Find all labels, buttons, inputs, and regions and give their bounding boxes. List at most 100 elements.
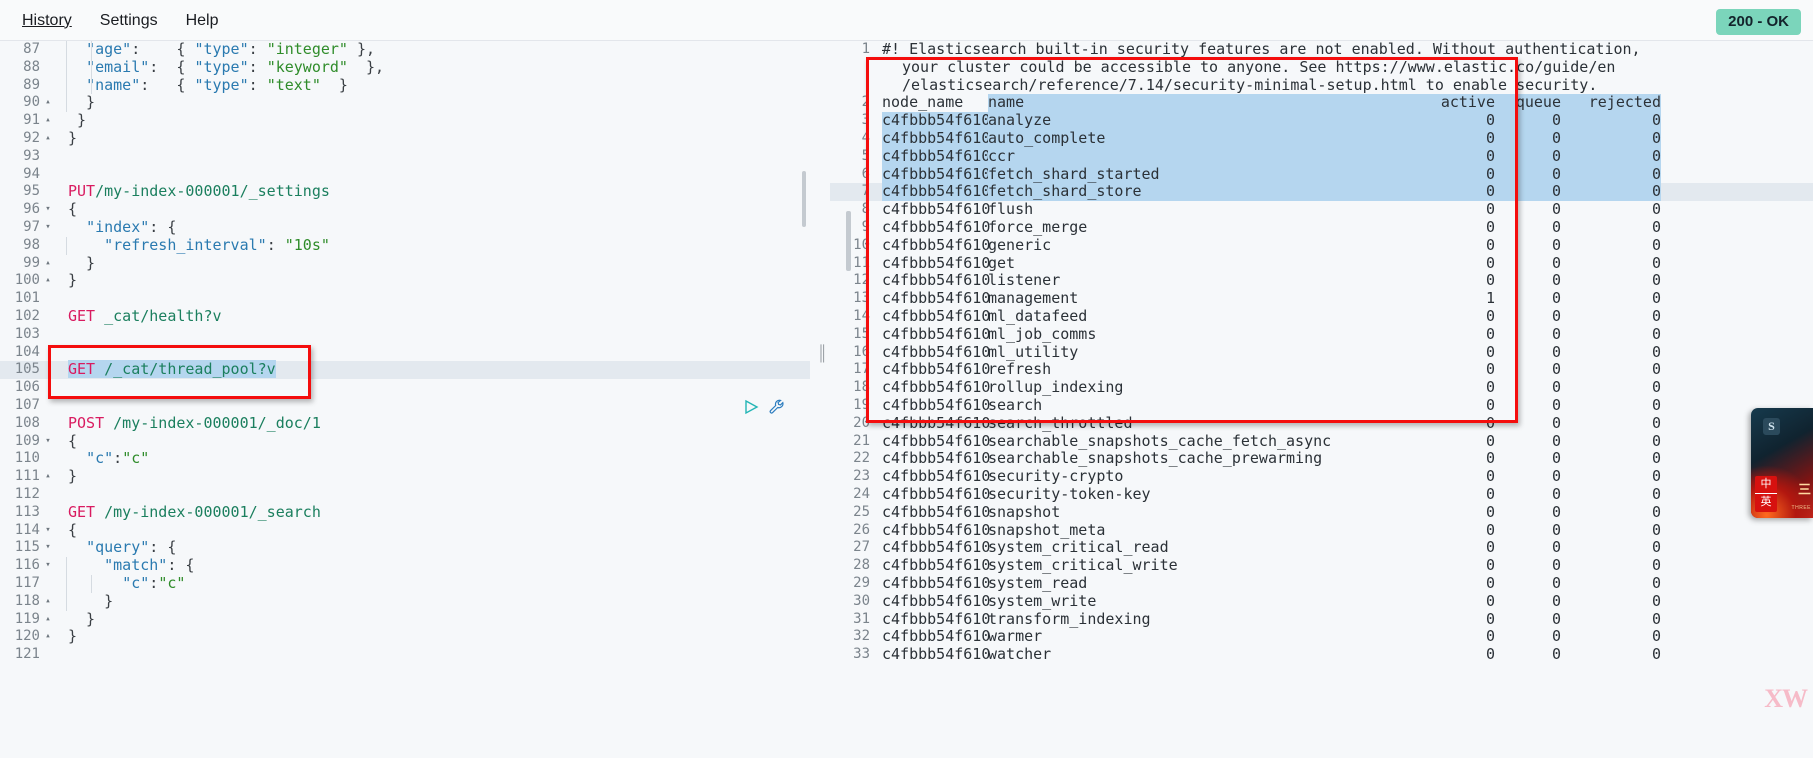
editor-line-116[interactable]: 116 ▾ "match": {: [0, 556, 810, 575]
response-table-row[interactable]: 14 c4fbbb54f610 ml_datafeed 0 0 0: [830, 307, 1813, 326]
editor-line-91[interactable]: 91 ▴ }: [0, 111, 810, 130]
response-table-row[interactable]: 11 c4fbbb54f610 get 0 0 0: [830, 254, 1813, 273]
editor-line-96[interactable]: 96 ▾ {: [0, 200, 810, 219]
response-table-row[interactable]: 18 c4fbbb54f610 rollup_indexing 0 0 0: [830, 378, 1813, 397]
response-table-row[interactable]: 10 c4fbbb54f610 generic 0 0 0: [830, 236, 1813, 255]
floating-ad-widget[interactable]: S 中 英 三 THREE: [1751, 408, 1813, 518]
editor-line-103[interactable]: 103: [0, 326, 810, 344]
response-viewer[interactable]: 1 #! Elasticsearch built-in security feat…: [830, 41, 1813, 758]
fold-down-icon[interactable]: ▾: [42, 522, 54, 540]
ime-indicator[interactable]: 中 英: [1755, 476, 1777, 512]
editor-line-119[interactable]: 119 ▴ }: [0, 610, 810, 629]
editor-line-121[interactable]: 121: [0, 646, 810, 664]
fold-up-icon[interactable]: ▴: [42, 94, 54, 112]
editor-line-list[interactable]: 87 "age": { "type": "integer" }, 88 "emai…: [0, 41, 810, 664]
response-table-row[interactable]: 7 c4fbbb54f610 fetch_shard_store 0 0 0: [830, 183, 1813, 202]
editor-line-92[interactable]: 92 ▴}: [0, 129, 810, 148]
editor-line-90[interactable]: 90 ▴ }: [0, 93, 810, 113]
editor-line-88[interactable]: 88 "email": { "type": "keyword" },: [0, 58, 810, 77]
menu-item-settings[interactable]: Settings: [86, 0, 172, 41]
response-table-row[interactable]: 21 c4fbbb54f610 searchable_snapshots_cache…: [830, 432, 1813, 451]
request-line-actions[interactable]: [742, 398, 786, 416]
response-table-row[interactable]: 26 c4fbbb54f610 snapshot_meta 0 0 0: [830, 521, 1813, 540]
editor-line-89[interactable]: 89 "name": { "type": "text" }: [0, 76, 810, 95]
response-table-row[interactable]: 19 c4fbbb54f610 search 0 0 0: [830, 396, 1813, 415]
run-request-icon[interactable]: [742, 398, 760, 416]
response-table-row[interactable]: 17 c4fbbb54f610 refresh 0 0 0: [830, 361, 1813, 379]
editor-line-115[interactable]: 115 ▾ "query": {: [0, 538, 810, 557]
response-table-row[interactable]: 24 c4fbbb54f610 security-token-key 0 0 0: [830, 485, 1813, 504]
editor-line-97[interactable]: 97 ▾ "index": {: [0, 218, 810, 237]
fold-down-icon[interactable]: ▾: [42, 539, 54, 557]
editor-line-99[interactable]: 99 ▴ }: [0, 254, 810, 273]
cell-queue: 0: [1495, 111, 1561, 130]
fold-down-icon[interactable]: ▾: [42, 201, 54, 219]
fold-up-icon[interactable]: ▴: [42, 611, 54, 629]
editor-line-118[interactable]: 118 ▴ }: [0, 592, 810, 611]
response-table-row[interactable]: 30 c4fbbb54f610 system_write 0 0 0: [830, 592, 1813, 611]
response-table-row[interactable]: 12 c4fbbb54f610 listener 0 0 0: [830, 272, 1813, 290]
fold-up-icon[interactable]: ▴: [42, 593, 54, 611]
editor-vertical-scroll-thumb[interactable]: [802, 171, 806, 227]
editor-line-114[interactable]: 114 ▾ {: [0, 521, 810, 540]
editor-line-120[interactable]: 120 ▴}: [0, 627, 810, 646]
editor-line-110[interactable]: 110 "c":"c": [0, 449, 810, 468]
response-pane[interactable]: 1 #! Elasticsearch built-in security feat…: [830, 41, 1813, 758]
fold-up-icon[interactable]: ▴: [42, 628, 54, 646]
response-table-row[interactable]: 20 c4fbbb54f610 search_throttled 0 0 0: [830, 414, 1813, 433]
response-table-row[interactable]: 5 c4fbbb54f610 ccr 0 0 0: [830, 147, 1813, 166]
editor-line-104[interactable]: 104: [0, 344, 810, 362]
response-table-row[interactable]: 13 c4fbbb54f610 management 1 0 0: [830, 289, 1813, 308]
fold-up-icon[interactable]: ▴: [42, 272, 54, 290]
response-line-number: 18: [853, 379, 870, 396]
response-table-row[interactable]: 6 c4fbbb54f610 fetch_shard_started 0 0 0: [830, 165, 1813, 184]
response-table-row[interactable]: 23 c4fbbb54f610 security-crypto 0 0 0: [830, 467, 1813, 486]
editor-line-105[interactable]: 105 GET /_cat/thread_pool?v: [0, 360, 810, 380]
response-table-row[interactable]: 4 c4fbbb54f610 auto_complete 0 0 0: [830, 129, 1813, 148]
editor-line-95[interactable]: 95 PUT/my-index-000001/_settings: [0, 182, 810, 201]
menu-item-help[interactable]: Help: [172, 0, 233, 41]
response-table-row[interactable]: 29 c4fbbb54f610 system_read 0 0 0: [830, 574, 1813, 593]
editor-line-107[interactable]: 107: [0, 397, 810, 415]
response-table-row[interactable]: 32 c4fbbb54f610 warmer 0 0 0: [830, 627, 1813, 646]
editor-line-113[interactable]: 113 GET /my-index-000001/_search: [0, 503, 810, 522]
editor-line-93[interactable]: 93: [0, 148, 810, 166]
pane-splitter[interactable]: ║: [810, 41, 830, 758]
response-table-row[interactable]: 9 c4fbbb54f610 force_merge 0 0 0: [830, 218, 1813, 237]
response-table-row[interactable]: 8 c4fbbb54f610 flush 0 0 0: [830, 200, 1813, 219]
fold-up-icon[interactable]: ▴: [42, 130, 54, 148]
editor-line-98[interactable]: 98 "refresh_interval": "10s": [0, 236, 810, 255]
editor-line-100[interactable]: 100 ▴}: [0, 271, 810, 290]
response-table-row[interactable]: 16 c4fbbb54f610 ml_utility 0 0 0: [830, 343, 1813, 362]
response-table-row[interactable]: 31 c4fbbb54f610 transform_indexing 0 0 0: [830, 610, 1813, 629]
response-line-list[interactable]: 1 #! Elasticsearch built-in security feat…: [830, 41, 1813, 664]
editor-line-108[interactable]: 108 POST /my-index-000001/_doc/1: [0, 414, 810, 433]
fold-down-icon[interactable]: ▾: [42, 219, 54, 237]
editor-line-94[interactable]: 94: [0, 166, 810, 184]
editor-line-101[interactable]: 101: [0, 290, 810, 308]
request-editor[interactable]: 87 "age": { "type": "integer" }, 88 "emai…: [0, 41, 810, 758]
editor-line-106[interactable]: 106: [0, 379, 810, 397]
fold-down-icon[interactable]: ▾: [42, 433, 54, 451]
response-table-row[interactable]: 25 c4fbbb54f610 snapshot 0 0 0: [830, 503, 1813, 522]
response-table-row[interactable]: 33 c4fbbb54f610 watcher 0 0 0: [830, 645, 1813, 664]
wrench-icon[interactable]: [768, 398, 786, 416]
fold-up-icon[interactable]: ▴: [42, 255, 54, 273]
response-table-row[interactable]: 27 c4fbbb54f610 system_critical_read 0 0 0: [830, 539, 1813, 557]
response-table-row[interactable]: 22 c4fbbb54f610 searchable_snapshots_cache…: [830, 450, 1813, 468]
editor-line-109[interactable]: 109 ▾ {: [0, 432, 810, 451]
editor-line-111[interactable]: 111 ▴}: [0, 467, 810, 486]
fold-up-icon[interactable]: ▴: [42, 112, 54, 130]
fold-up-icon[interactable]: ▴: [42, 468, 54, 486]
response-table-row[interactable]: 15 c4fbbb54f610 ml_job_comms 0 0 0: [830, 325, 1813, 344]
editor-line-102[interactable]: 102 GET _cat/health?v: [0, 307, 810, 326]
response-table-row[interactable]: 28 c4fbbb54f610 system_critical_write 0 0 0: [830, 556, 1813, 575]
editor-line-117[interactable]: 117 "c":"c": [0, 574, 810, 593]
request-editor-pane[interactable]: 87 "age": { "type": "integer" }, 88 "emai…: [0, 41, 810, 758]
menu-item-history[interactable]: History: [8, 0, 86, 41]
editor-line-112[interactable]: 112: [0, 486, 810, 504]
editor-line-87[interactable]: 87 "age": { "type": "integer" },: [0, 41, 810, 59]
response-table-row[interactable]: 3 c4fbbb54f610 analyze 0 0 0: [830, 111, 1813, 130]
fold-down-icon[interactable]: ▾: [42, 557, 54, 575]
splitter-grip-icon[interactable]: ║: [817, 346, 828, 362]
